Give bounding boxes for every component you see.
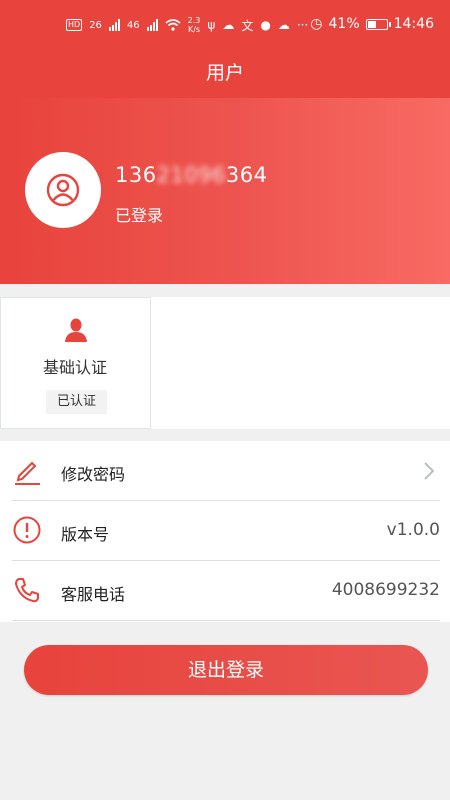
clock: 14:46 — [393, 16, 434, 32]
info-exclamation-icon — [13, 516, 41, 544]
phone-suffix: 364 — [225, 163, 268, 187]
verification-panel: 基础认证 已认证 — [0, 297, 450, 429]
login-status: 已登录 — [115, 206, 164, 225]
translate-icon: 文 — [241, 18, 254, 33]
hd-badge: HD — [66, 19, 83, 31]
cloud-icon: ☁ — [222, 18, 235, 32]
status-bar: HD 26 46 2.3 K/s ψ ☁ 文 ● ☁ ··· ◷ 41% 14:4… — [0, 10, 450, 42]
basic-verification-card[interactable]: 基础认证 已认证 — [0, 297, 151, 429]
profile-header: HD 26 46 2.3 K/s ψ ☁ 文 ● ☁ ··· ◷ 41% 14:4… — [0, 0, 450, 284]
battery-icon — [365, 18, 391, 30]
phone-icon — [15, 578, 39, 603]
signal-icon-2 — [146, 19, 158, 31]
network-speed: 2.3 K/s — [188, 16, 201, 34]
status-bar-left: HD 26 46 2.3 K/s ψ ☁ 文 ● ☁ ··· — [66, 16, 308, 34]
menu-item-label: 客服电话 — [61, 585, 126, 604]
usb-icon: ψ — [207, 18, 216, 32]
status-bar-right: ◷ 41% 14:46 — [310, 16, 434, 32]
phone-masked: 21096 — [156, 163, 226, 187]
more-icon: ··· — [296, 18, 309, 32]
speed-value: 2.3 — [187, 16, 201, 25]
network-left-label: 26 — [89, 19, 102, 31]
verified-badge: 已认证 — [46, 390, 107, 414]
menu-item-label: 版本号 — [61, 525, 110, 544]
message-icon: ● — [260, 18, 271, 32]
edit-pencil-icon — [15, 461, 40, 485]
phone-number: 13621096364 — [115, 163, 268, 187]
service-phone-value: 4008699232 — [331, 580, 440, 600]
network-right-label: 46 — [126, 19, 140, 31]
verification-label: 基础认证 — [42, 358, 107, 377]
menu-item-label: 修改密码 — [61, 465, 126, 484]
menu-item-change-password[interactable]: 修改密码 — [0, 441, 450, 501]
settings-menu: 修改密码 版本号 v1.0.0 客服电话 4008699232 — [0, 441, 450, 622]
alarm-icon: ◷ — [310, 16, 323, 32]
logout-button[interactable]: 退出登录 — [24, 645, 428, 695]
speed-unit: K/s — [187, 25, 201, 34]
chevron-right-icon — [424, 462, 435, 480]
cloud-upload-icon: ☁ — [277, 18, 290, 32]
signal-icon — [108, 19, 120, 31]
person-icon — [65, 318, 87, 342]
page-title: 用户 — [205, 62, 244, 84]
menu-item-version: 版本号 v1.0.0 — [0, 501, 450, 561]
avatar[interactable] — [25, 152, 101, 228]
battery-percent: 41% — [328, 16, 360, 32]
user-circle-icon — [46, 173, 80, 207]
menu-item-customer-service[interactable]: 客服电话 4008699232 — [0, 561, 450, 621]
phone-prefix: 136 — [115, 163, 157, 187]
wifi-icon — [165, 19, 181, 31]
divider — [12, 620, 440, 621]
version-value: v1.0.0 — [386, 520, 440, 540]
